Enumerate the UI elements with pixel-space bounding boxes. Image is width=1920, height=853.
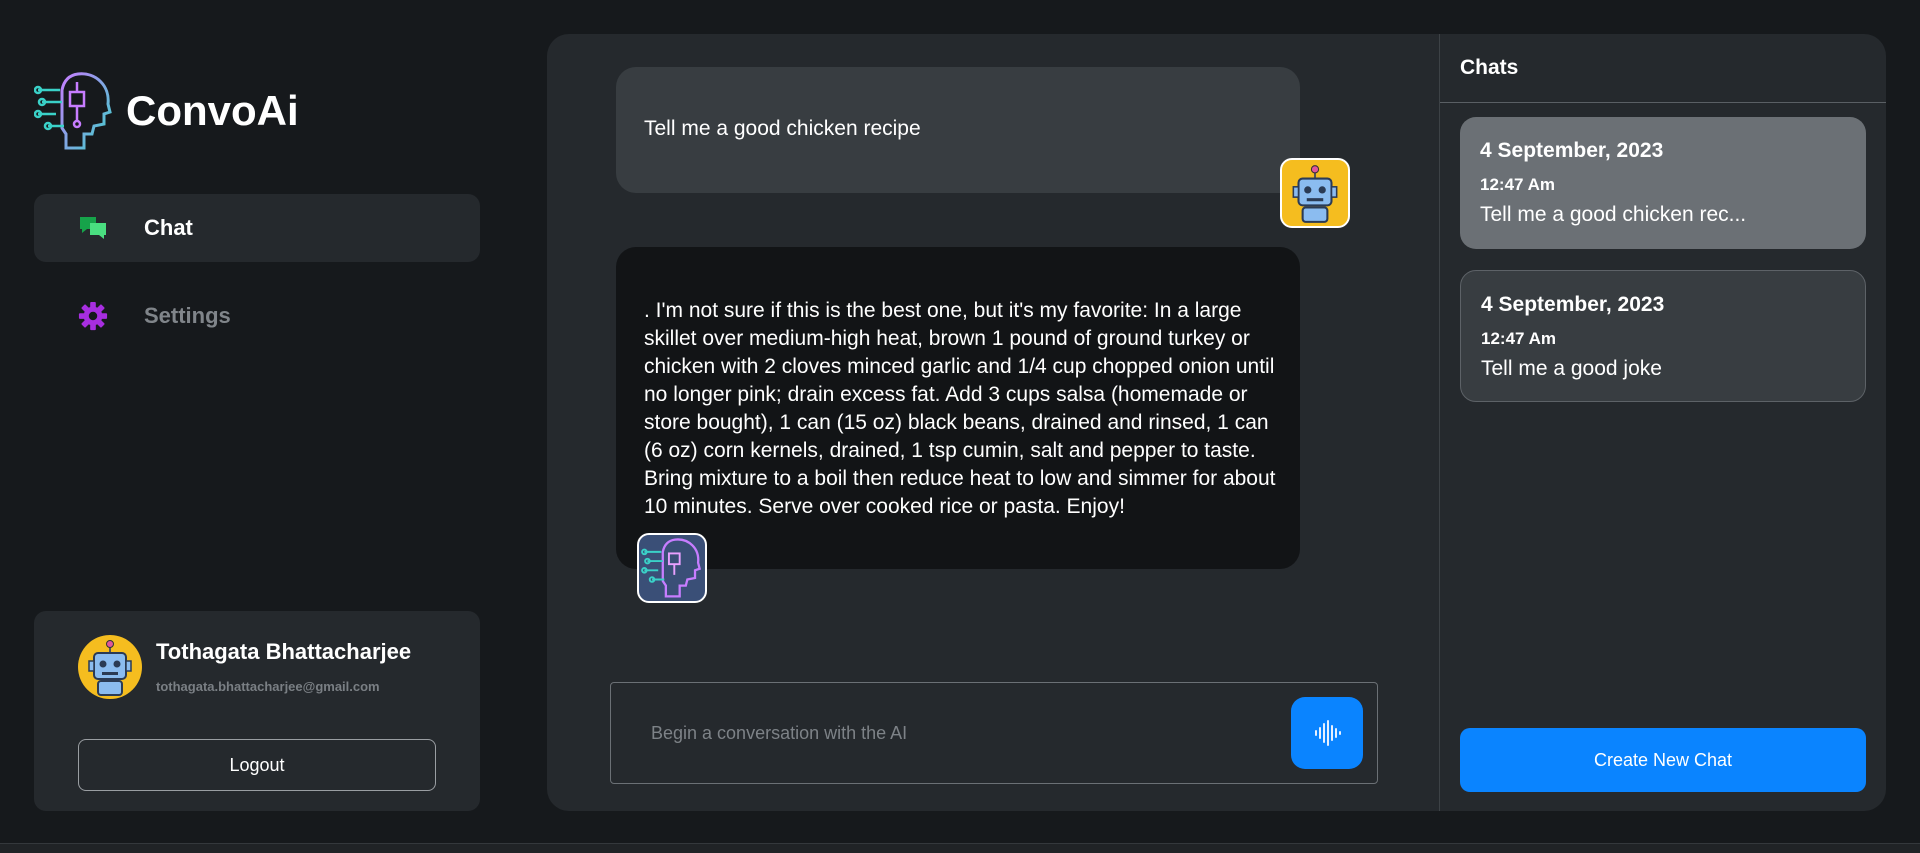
voice-wave-icon: [1315, 720, 1341, 746]
gear-icon: [78, 301, 108, 331]
chat-time: 12:47 Am: [1480, 175, 1555, 194]
main-panel: Tell me a good chicken recipe . I'm not …: [547, 34, 1886, 811]
chat-date: 4 September, 2023: [1480, 139, 1664, 162]
ai-avatar: [637, 533, 707, 603]
ai-head-circuit-icon: [641, 538, 702, 598]
robot-avatar-icon: [1292, 165, 1338, 223]
chat-area: Tell me a good chicken recipe . I'm not …: [547, 34, 1439, 811]
chat-date: 4 September, 2023: [1481, 293, 1665, 316]
chats-header-divider: [1440, 102, 1886, 103]
chat-preview: Tell me a good chicken rec...: [1480, 203, 1747, 226]
logout-button[interactable]: Logout: [78, 739, 436, 791]
chat-preview: Tell me a good joke: [1481, 357, 1662, 380]
sidebar-item-label: Settings: [144, 303, 231, 328]
panel-divider: [1439, 34, 1440, 811]
sidebar-nav: Chat Settings: [34, 194, 480, 370]
brand: ConvoAi: [34, 68, 299, 154]
message-composer: [610, 682, 1378, 784]
profile-email: tothagata.bhattacharjee@gmail.com: [156, 679, 380, 694]
chat-history-item[interactable]: 4 September, 2023 12:47 Am Tell me a goo…: [1460, 117, 1866, 249]
message-text: Tell me a good chicken recipe: [644, 117, 921, 140]
chat-history-item[interactable]: 4 September, 2023 12:47 Am Tell me a goo…: [1460, 270, 1866, 402]
avatar: [78, 635, 142, 699]
chat-time: 12:47 Am: [1481, 329, 1556, 348]
profile-name: Tothagata Bhattacharjee: [156, 639, 412, 664]
sidebar-item-settings[interactable]: Settings: [34, 282, 480, 350]
create-new-chat-button[interactable]: Create New Chat: [1460, 728, 1866, 792]
profile-card: Tothagata Bhattacharjee tothagata.bhatta…: [34, 611, 480, 811]
ai-message: . I'm not sure if this is the best one, …: [616, 247, 1300, 569]
message-text: . I'm not sure if this is the best one, …: [644, 299, 1276, 518]
message-input[interactable]: [649, 717, 1253, 749]
robot-avatar-icon: [88, 640, 132, 696]
chat-bubbles-icon: [78, 213, 108, 243]
chats-header: Chats: [1460, 56, 1519, 79]
sidebar-item-label: Chat: [144, 215, 193, 240]
user-message: Tell me a good chicken recipe: [616, 67, 1300, 193]
ai-head-circuit-icon: [34, 72, 112, 150]
sidebar-item-chat[interactable]: Chat: [34, 194, 480, 262]
brand-name: ConvoAi: [126, 87, 299, 134]
voice-input-button[interactable]: [1291, 697, 1363, 769]
user-avatar: [1280, 158, 1350, 228]
